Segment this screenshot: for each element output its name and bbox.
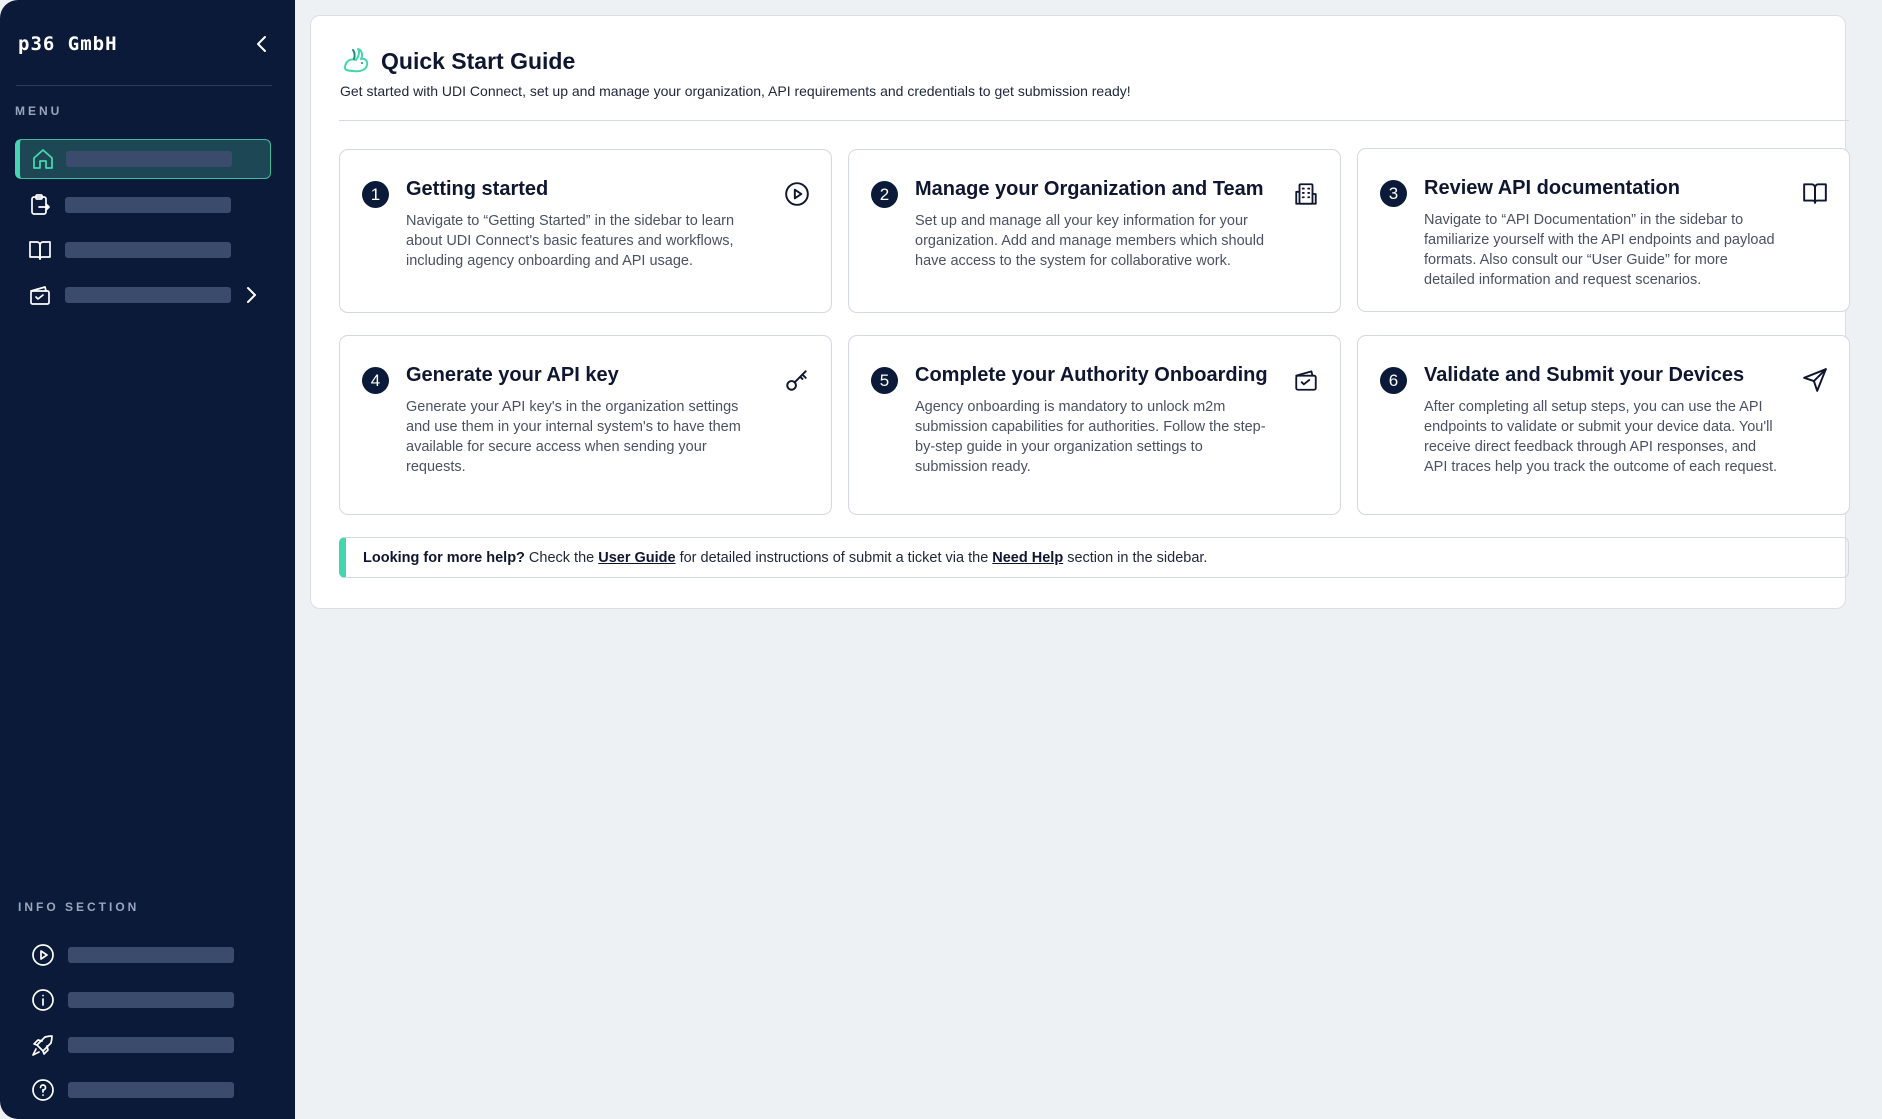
help-lead: Looking for more help? — [363, 549, 525, 566]
need-help-link[interactable]: Need Help — [992, 550, 1063, 566]
play-circle-icon — [783, 180, 811, 208]
play-circle-icon — [18, 943, 68, 967]
rabbit-logo-icon — [341, 46, 371, 81]
step-title: Manage your Organization and Team — [915, 178, 1264, 200]
home-icon — [20, 147, 66, 171]
info-item-label-placeholder — [68, 992, 234, 1008]
step-title: Complete your Authority Onboarding — [915, 364, 1268, 386]
step-number: 2 — [871, 181, 898, 208]
step-card-getting-started[interactable]: 1 Getting started Navigate to “Getting S… — [339, 149, 832, 313]
info-item-label-placeholder — [68, 1082, 234, 1098]
sidebar: p36 GmbH MENU INFO SECTION — [0, 0, 295, 1119]
building-icon — [1292, 180, 1320, 208]
help-text: for detailed instructions of submit a ti… — [679, 549, 989, 566]
menu-item-submissions[interactable] — [15, 185, 271, 225]
step-card-authority-onboarding[interactable]: 5 Complete your Authority Onboarding Age… — [848, 335, 1341, 515]
help-text: Check the — [528, 549, 595, 566]
info-item-label-placeholder — [68, 947, 234, 963]
help-circle-icon — [18, 1078, 68, 1102]
info-item-getting-started[interactable] — [18, 935, 274, 975]
page-subtitle: Get started with UDI Connect, set up and… — [340, 83, 1131, 99]
step-description: Set up and manage all your key informati… — [915, 213, 1265, 269]
step-description: Generate your API key's in the organizat… — [406, 399, 741, 475]
step-card-api-documentation[interactable]: 3 Review API documentation Navigate to “… — [1357, 148, 1850, 312]
step-title: Getting started — [406, 178, 549, 200]
step-number: 3 — [1380, 180, 1407, 207]
step-title: Validate and Submit your Devices — [1424, 364, 1745, 386]
menu-section-label: MENU — [15, 104, 63, 118]
quick-start-panel: Quick Start Guide Get started with UDI C… — [310, 15, 1850, 609]
step-description: After completing all setup steps, you ca… — [1424, 399, 1778, 475]
step-card-generate-api-key[interactable]: 4 Generate your API key Generate your AP… — [339, 335, 832, 515]
book-open-icon — [1801, 179, 1829, 207]
info-section-label: INFO SECTION — [18, 900, 140, 914]
rocket-icon — [18, 1033, 68, 1057]
step-number: 1 — [362, 181, 389, 208]
info-item-release[interactable] — [18, 1025, 274, 1065]
menu-item-label-placeholder — [66, 151, 232, 167]
step-number: 5 — [871, 367, 898, 394]
book-icon — [15, 238, 65, 262]
menu-item-label-placeholder — [65, 287, 231, 303]
menu-item-documentation[interactable] — [15, 230, 271, 270]
divider — [16, 85, 272, 86]
organization-name: p36 GmbH — [18, 33, 118, 55]
step-title: Generate your API key — [406, 364, 619, 386]
key-icon — [783, 366, 811, 394]
user-guide-link[interactable]: User Guide — [598, 550, 675, 566]
step-card-manage-organization[interactable]: 2 Manage your Organization and Team Set … — [848, 149, 1341, 313]
step-description: Navigate to “Getting Started” in the sid… — [406, 213, 735, 269]
divider — [339, 120, 1849, 121]
page-title: Quick Start Guide — [381, 48, 576, 74]
collapse-sidebar-button[interactable] — [250, 32, 274, 56]
step-number: 4 — [362, 367, 389, 394]
step-description: Navigate to “API Documentation” in the s… — [1424, 212, 1775, 288]
info-item-label-placeholder — [68, 1037, 234, 1053]
menu-item-onboarding[interactable] — [15, 275, 271, 315]
info-item-need-help[interactable] — [18, 1070, 274, 1110]
chevron-right-icon[interactable] — [245, 286, 257, 304]
info-circle-icon — [18, 988, 68, 1012]
clipboard-export-icon — [15, 193, 65, 217]
menu-item-home[interactable] — [15, 139, 271, 179]
step-number: 6 — [1380, 367, 1407, 394]
chevron-left-icon — [257, 36, 266, 52]
info-item-info[interactable] — [18, 980, 274, 1020]
step-title: Review API documentation — [1424, 177, 1680, 199]
help-text: section in the sidebar. — [1067, 549, 1208, 566]
send-icon — [1801, 366, 1829, 394]
step-card-validate-submit[interactable]: 6 Validate and Submit your Devices After… — [1357, 335, 1850, 515]
menu-item-label-placeholder — [65, 197, 231, 213]
help-banner: Looking for more help? Check the User Gu… — [339, 537, 1849, 578]
ticket-check-icon — [15, 283, 65, 307]
step-description: Agency onboarding is mandatory to unlock… — [915, 399, 1266, 475]
ticket-check-icon — [1292, 366, 1320, 394]
menu-item-label-placeholder — [65, 242, 231, 258]
